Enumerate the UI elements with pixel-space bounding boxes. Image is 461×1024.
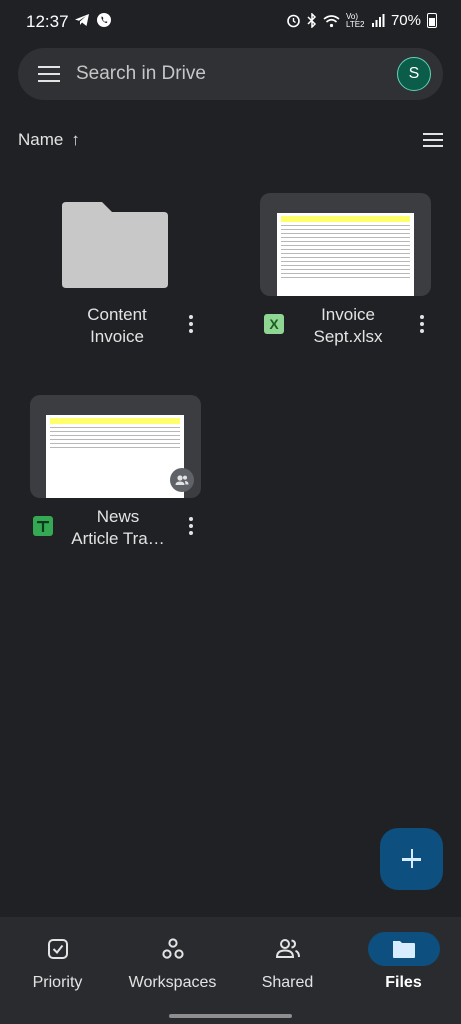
sort-label: Name	[18, 130, 64, 149]
status-bar: 12:37 Vo) LTE2 70%	[0, 0, 461, 44]
whatsapp-icon	[97, 13, 111, 27]
wifi-icon	[323, 14, 340, 27]
arrow-up-icon: ↑	[71, 130, 80, 149]
network-label: Vo) LTE2	[345, 11, 365, 29]
nav-item-files[interactable]: Files	[346, 917, 461, 1024]
avatar[interactable]: S	[397, 57, 431, 91]
people-icon	[175, 475, 189, 485]
nav-item-priority[interactable]: Priority	[0, 917, 115, 1024]
people-icon	[275, 939, 300, 958]
list-view-icon[interactable]	[423, 133, 443, 147]
bluetooth-icon	[307, 13, 317, 28]
shared-badge	[170, 468, 194, 492]
nav-label: Priority	[32, 974, 83, 991]
battery-icon	[427, 13, 437, 28]
file-name: Content Invoice	[87, 305, 147, 346]
more-options-icon[interactable]	[420, 315, 424, 336]
alarm-icon	[287, 14, 300, 28]
home-indicator	[169, 1014, 292, 1018]
excel-file-icon: X	[264, 314, 284, 334]
battery-percent: 70%	[390, 12, 421, 29]
folder-icon	[392, 941, 415, 958]
signal-icon	[371, 14, 385, 27]
search-bar[interactable]: Search in Drive S	[18, 48, 443, 100]
file-name: Invoice Sept.xlsx	[313, 305, 383, 346]
sort-control[interactable]: Name ↑	[18, 130, 80, 150]
priority-check-icon	[47, 939, 68, 959]
folder-icon	[62, 202, 168, 288]
workspaces-icon	[161, 938, 184, 959]
status-time: 12:37	[26, 12, 69, 31]
nav-label: Workspaces	[128, 974, 217, 991]
file-thumbnail	[30, 395, 201, 498]
new-button[interactable]	[380, 828, 443, 890]
more-options-icon[interactable]	[189, 315, 193, 336]
bottom-navigation: Priority Workspaces Shared Files	[0, 917, 461, 1024]
file-thumbnail	[260, 193, 431, 296]
menu-icon[interactable]	[38, 66, 60, 82]
nav-label: Files	[385, 974, 422, 991]
search-input[interactable]: Search in Drive	[76, 63, 206, 85]
nav-item-workspaces[interactable]: Workspaces	[115, 917, 230, 1024]
google-sheets-icon	[33, 516, 53, 536]
file-name: News Article Tra…	[71, 507, 165, 548]
telegram-icon	[75, 14, 89, 26]
nav-label: Shared	[261, 974, 314, 991]
nav-item-shared[interactable]: Shared	[230, 917, 345, 1024]
more-options-icon[interactable]	[189, 517, 193, 538]
